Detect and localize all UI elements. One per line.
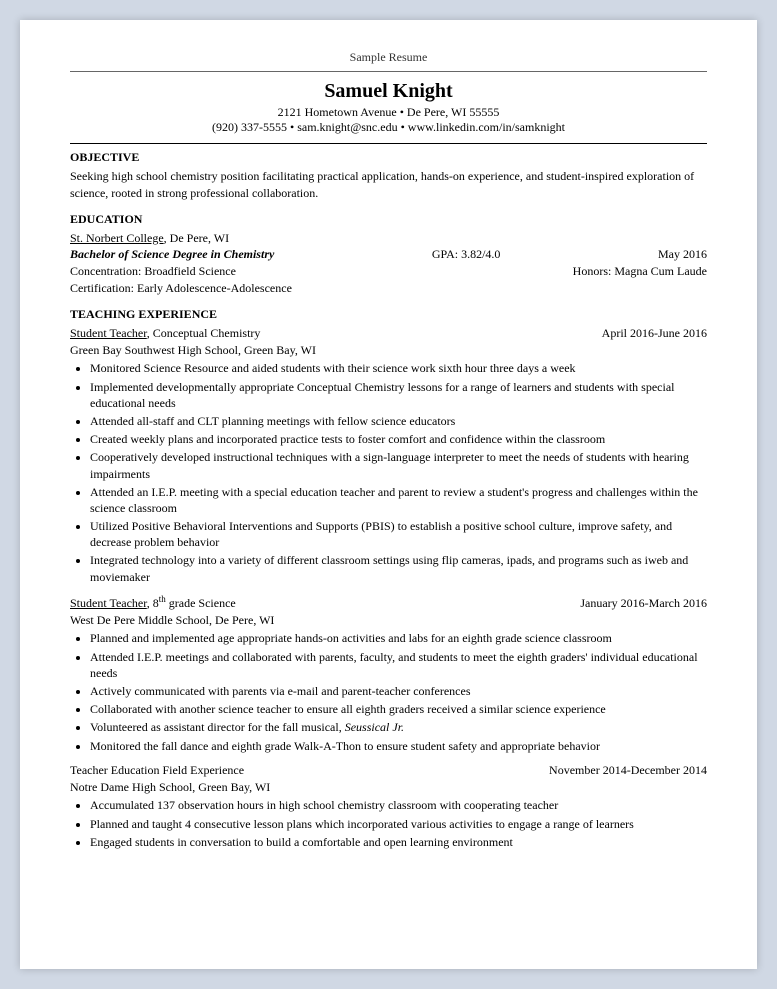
school-name: St. Norbert College — [70, 231, 164, 245]
education-section: EDUCATION St. Norbert College, De Pere, … — [70, 212, 707, 297]
list-item: Monitored Science Resource and aided stu… — [90, 360, 707, 376]
list-item: Attended all-staff and CLT planning meet… — [90, 413, 707, 429]
list-item: Attended an I.E.P. meeting with a specia… — [90, 484, 707, 516]
name-section: Samuel Knight 2121 Hometown Avenue • De … — [70, 80, 707, 135]
job-2-detail: grade Science — [166, 596, 236, 610]
list-item: Created weekly plans and incorporated pr… — [90, 431, 707, 447]
objective-text: Seeking high school chemistry position f… — [70, 168, 707, 202]
objective-section: OBJECTIVE Seeking high school chemistry … — [70, 150, 707, 202]
list-item: Volunteered as assistant director for th… — [90, 719, 707, 735]
list-item: Accumulated 137 observation hours in hig… — [90, 797, 707, 813]
job-2-title-line: Student Teacher, 8th grade Science — [70, 593, 236, 612]
honors: Honors: Magna Cum Laude — [573, 263, 707, 280]
education-details-row1: Concentration: Broadfield Science Honors… — [70, 263, 707, 280]
degree-name: Bachelor of Science Degree in Chemistry — [70, 246, 274, 263]
contact-info: (920) 337-5555 • sam.knight@snc.edu • ww… — [70, 120, 707, 135]
job-2-header: Student Teacher, 8th grade Science Janua… — [70, 593, 707, 612]
job-3: Teacher Education Field Experience Novem… — [70, 762, 707, 850]
job-3-date: November 2014-December 2014 — [549, 762, 707, 779]
gpa: GPA: 3.82/4.0 — [432, 246, 501, 263]
top-divider — [70, 71, 707, 72]
objective-title: OBJECTIVE — [70, 150, 707, 165]
job-3-header: Teacher Education Field Experience Novem… — [70, 762, 707, 779]
list-item: Monitored the fall dance and eighth grad… — [90, 738, 707, 754]
job-1-title: Student Teacher — [70, 326, 147, 340]
job-1-date: April 2016-June 2016 — [602, 325, 707, 342]
job-3-title: Teacher Education Field Experience — [70, 763, 244, 777]
job-3-location: Notre Dame High School, Green Bay, WI — [70, 779, 707, 796]
job-2-title: Student Teacher — [70, 596, 147, 610]
address: 2121 Hometown Avenue • De Pere, WI 55555 — [70, 105, 707, 120]
resume-container: Sample Resume Samuel Knight 2121 Hometow… — [20, 20, 757, 969]
list-item: Utilized Positive Behavioral Interventio… — [90, 518, 707, 550]
job-1-bullets: Monitored Science Resource and aided stu… — [90, 360, 707, 584]
musical-title: Seussical Jr. — [345, 720, 404, 734]
job-1: Student Teacher, Conceptual Chemistry Ap… — [70, 325, 707, 585]
concentration: Concentration: Broadfield Science — [70, 263, 236, 280]
job-1-title-line: Student Teacher, Conceptual Chemistry — [70, 325, 260, 342]
candidate-name: Samuel Knight — [70, 80, 707, 103]
job-2: Student Teacher, 8th grade Science Janua… — [70, 593, 707, 754]
list-item: Integrated technology into a variety of … — [90, 552, 707, 584]
certification: Certification: Early Adolescence-Adolesc… — [70, 280, 707, 297]
school-location: , De Pere, WI — [164, 231, 229, 245]
job-1-location: Green Bay Southwest High School, Green B… — [70, 342, 707, 359]
teaching-experience-title: TEACHING EXPERIENCE — [70, 307, 707, 322]
job-2-location: West De Pere Middle School, De Pere, WI — [70, 612, 707, 629]
superscript-th: th — [159, 594, 166, 604]
job-1-detail: , Conceptual Chemistry — [147, 326, 261, 340]
list-item: Cooperatively developed instructional te… — [90, 449, 707, 481]
list-item: Engaged students in conversation to buil… — [90, 834, 707, 850]
job-3-title-line: Teacher Education Field Experience — [70, 762, 244, 779]
graduation-date: May 2016 — [658, 246, 707, 263]
education-title: EDUCATION — [70, 212, 707, 227]
sample-resume-label: Sample Resume — [70, 50, 707, 65]
education-degree-row: Bachelor of Science Degree in Chemistry … — [70, 246, 707, 263]
job-2-bullets: Planned and implemented age appropriate … — [90, 630, 707, 753]
list-item: Collaborated with another science teache… — [90, 701, 707, 717]
list-item: Actively communicated with parents via e… — [90, 683, 707, 699]
job-3-bullets: Accumulated 137 observation hours in hig… — [90, 797, 707, 850]
job-1-header: Student Teacher, Conceptual Chemistry Ap… — [70, 325, 707, 342]
list-item: Planned and implemented age appropriate … — [90, 630, 707, 646]
job-2-grade: 8th — [153, 596, 166, 610]
education-school-line: St. Norbert College, De Pere, WI — [70, 230, 707, 247]
teaching-experience-section: TEACHING EXPERIENCE Student Teacher, Con… — [70, 307, 707, 850]
list-item: Implemented developmentally appropriate … — [90, 379, 707, 411]
job-2-date: January 2016-March 2016 — [580, 595, 707, 612]
list-item: Planned and taught 4 consecutive lesson … — [90, 816, 707, 832]
list-item: Attended I.E.P. meetings and collaborate… — [90, 649, 707, 681]
header-divider — [70, 143, 707, 144]
